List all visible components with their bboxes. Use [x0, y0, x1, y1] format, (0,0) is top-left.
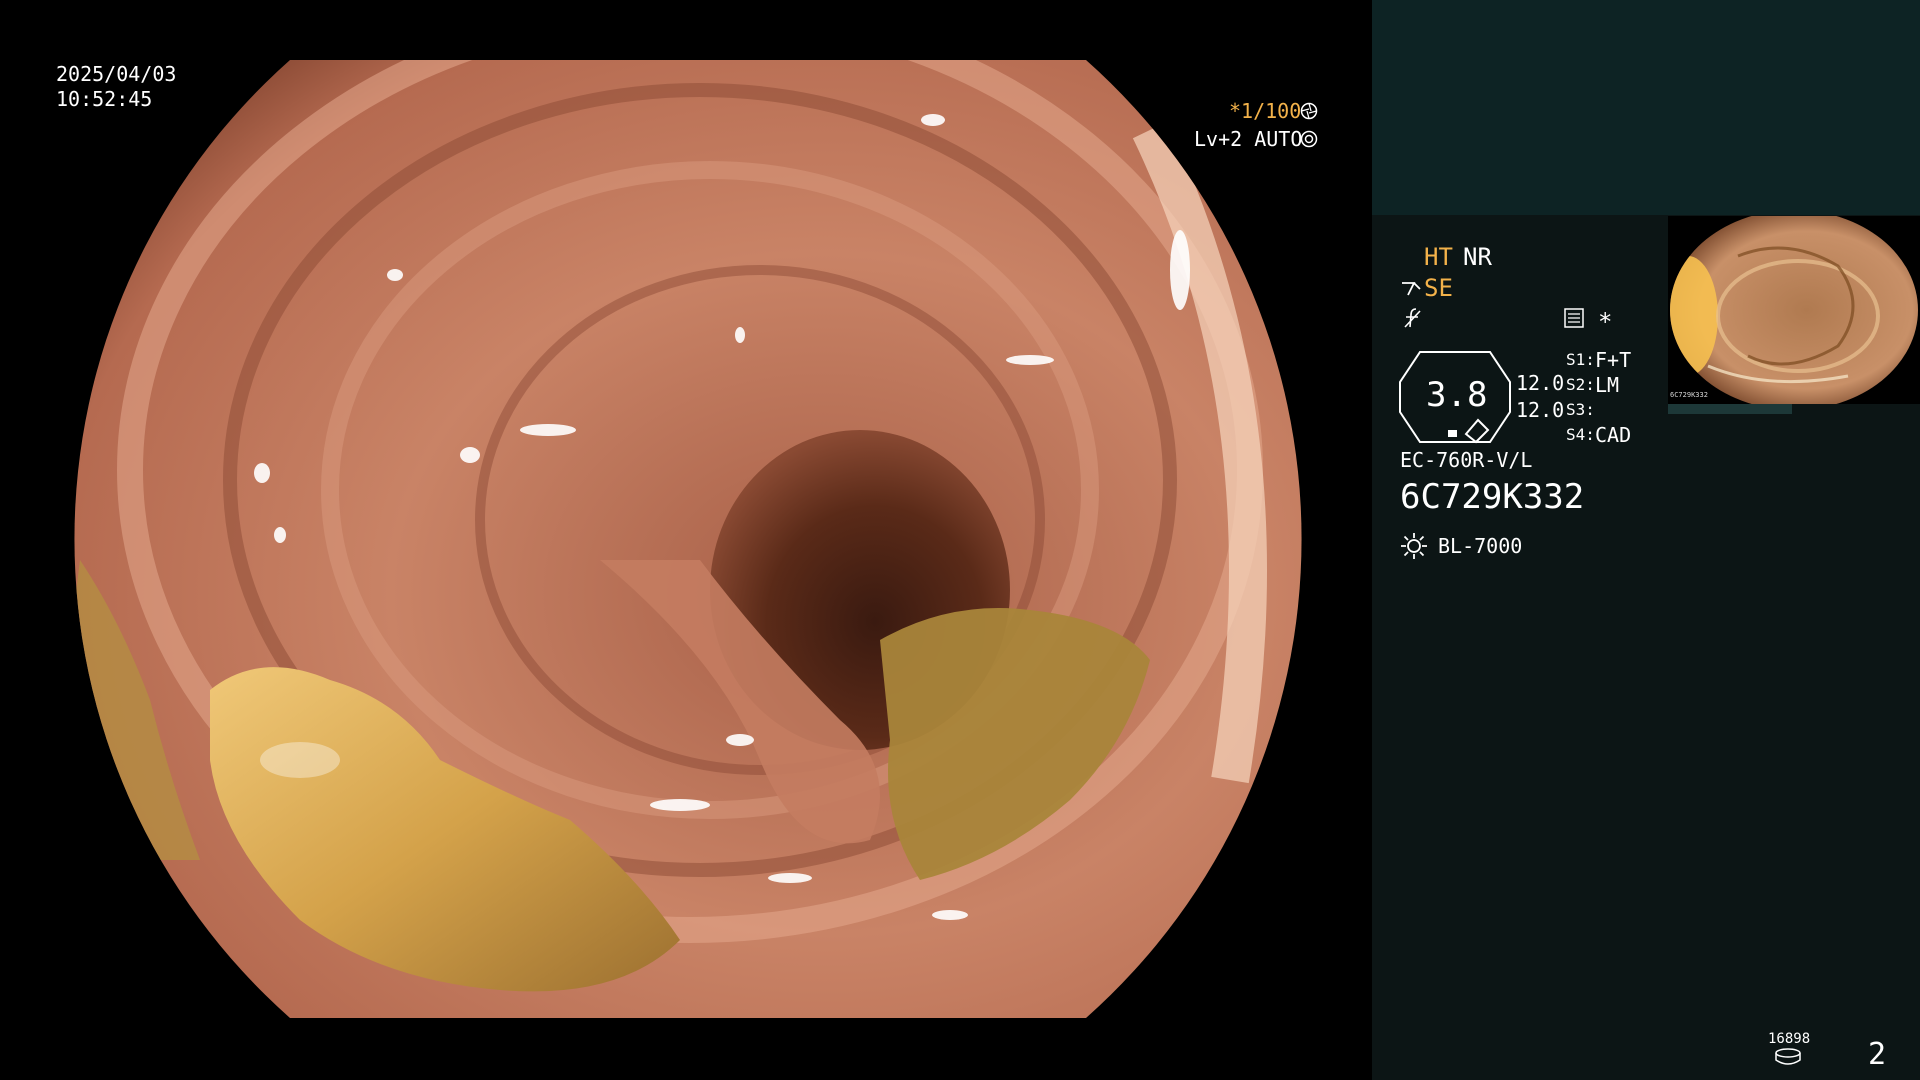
endoscope-view: 2025/04/03 10:52:45 *1/100 Lv+2 AUTO: [0, 0, 1372, 1080]
s3-key: S3:: [1566, 400, 1595, 419]
star-label: *: [1598, 308, 1613, 336]
gauge-bottom-value: 12.0: [1516, 398, 1565, 422]
thumbnail-footer-bar: [1668, 404, 1792, 414]
disk-icon: [1775, 1048, 1801, 1065]
thumbnail-serial: 6C729K332: [1670, 391, 1708, 399]
info-panel-header: [1372, 0, 1920, 215]
ht-label: HT: [1424, 243, 1453, 271]
info-panel: HT NR SE * 3.8 12.0 12.0 S1: F+T S2: LM …: [1372, 0, 1920, 1080]
nr-label: NR: [1463, 243, 1492, 271]
s1-key: S1:: [1566, 350, 1595, 369]
target-icon: [1300, 130, 1318, 148]
structure-enhance-icon: [1402, 282, 1421, 296]
sun-icon: [1401, 533, 1427, 559]
disk-count-label: 16898: [1768, 1031, 1811, 1047]
function-icon: [1404, 308, 1421, 328]
s4-key: S4:: [1566, 425, 1595, 444]
se-label: SE: [1424, 274, 1453, 302]
s1-value: F+T: [1595, 348, 1632, 372]
thumbnail-image: [1670, 216, 1918, 404]
gauge-value: 3.8: [1426, 375, 1488, 415]
s2-key: S2:: [1566, 375, 1595, 394]
settings-list-icon: [1564, 308, 1584, 328]
page-number: 2: [1868, 1037, 1887, 1072]
time-label: 10:52:45: [56, 87, 153, 111]
level-label: Lv+2 AUTO: [1194, 127, 1303, 151]
capture-thumbnail[interactable]: 6C729K332: [1668, 216, 1920, 404]
scope-model-label: EC-760R-V/L: [1400, 448, 1533, 472]
serial-label: 6C729K332: [1400, 477, 1585, 517]
aperture-icon: [1300, 102, 1318, 120]
light-source-label: BL-7000: [1438, 534, 1523, 558]
s4-value: CAD: [1595, 423, 1632, 447]
shutter-label: *1/100: [1229, 99, 1302, 123]
colon-image: [74, 60, 1302, 1018]
date-label: 2025/04/03: [56, 62, 177, 86]
gauge-top-value: 12.0: [1516, 371, 1565, 395]
s2-value: LM: [1595, 373, 1620, 397]
